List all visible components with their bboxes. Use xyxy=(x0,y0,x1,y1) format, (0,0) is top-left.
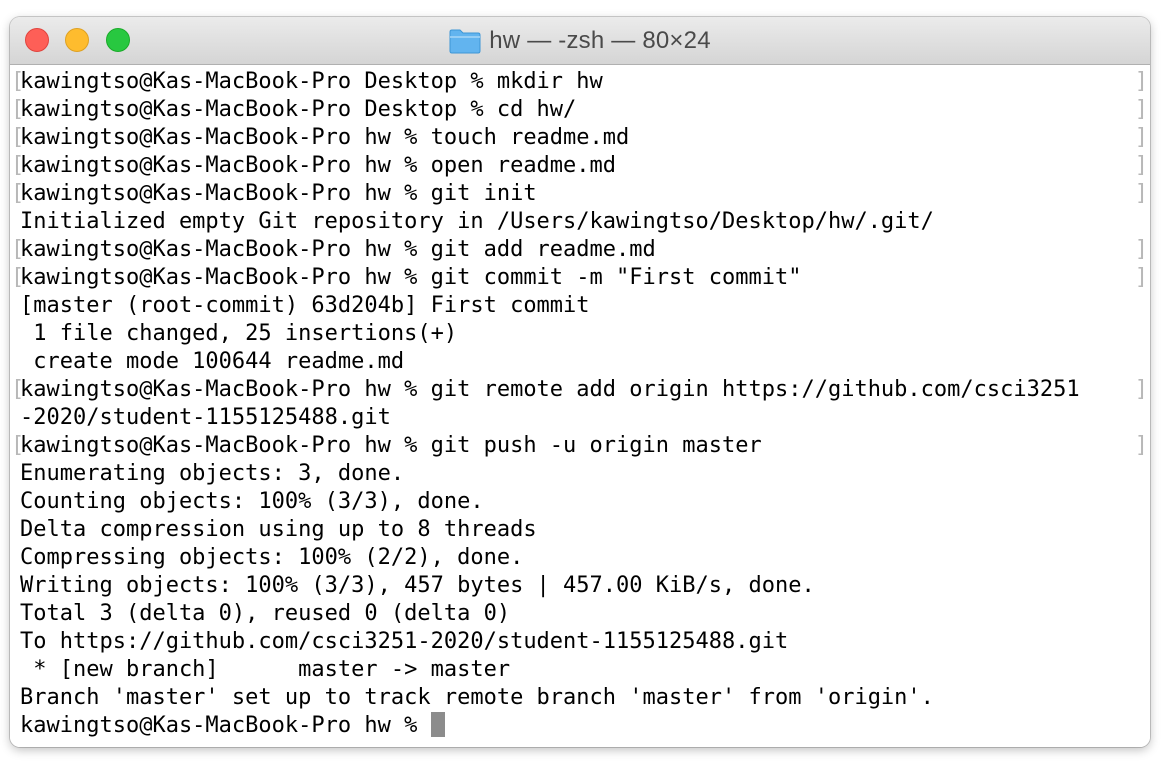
prompt-line[interactable]: kawingtso@Kas-MacBook-Pro hw % xyxy=(10,712,1150,740)
terminal-line-text: kawingtso@Kas-MacBook-Pro hw % git commi… xyxy=(20,265,802,290)
terminal-line: Compressing objects: 100% (2/2), done. xyxy=(10,544,1150,572)
command-mark-right: ] xyxy=(1134,181,1148,206)
terminal-line-text: Initialized empty Git repository in /Use… xyxy=(20,209,934,234)
terminal-line-text: Writing objects: 100% (3/3), 457 bytes |… xyxy=(20,573,815,598)
terminal-line: Counting objects: 100% (3/3), done. xyxy=(10,488,1150,516)
terminal-line: Branch 'master' set up to track remote b… xyxy=(10,684,1150,712)
terminal-line: [] kawingtso@Kas-MacBook-Pro hw % git pus… xyxy=(10,432,1150,460)
command-mark-right: ] xyxy=(1134,377,1148,402)
command-mark-left: [ xyxy=(11,377,25,402)
terminal-line-text: kawingtso@Kas-MacBook-Pro hw % open read… xyxy=(20,153,617,178)
terminal-line: Initialized empty Git repository in /Use… xyxy=(10,208,1150,236)
command-mark-left: [ xyxy=(11,265,25,290)
terminal-line-text: Total 3 (delta 0), reused 0 (delta 0) xyxy=(20,601,511,626)
terminal-line: [] kawingtso@Kas-MacBook-Pro Desktop % mk… xyxy=(10,68,1150,96)
terminal-line-text: -2020/student-1155125488.git xyxy=(20,405,391,430)
command-mark-right: ] xyxy=(1134,433,1148,458)
terminal-line-text: kawingtso@Kas-MacBook-Pro hw % git init xyxy=(20,181,537,206)
terminal-line-text: [master (root-commit) 63d204b] First com… xyxy=(20,293,590,318)
command-mark-right: ] xyxy=(1134,69,1148,94)
terminal-line-text: 1 file changed, 25 insertions(+) xyxy=(20,321,458,346)
terminal-line: Enumerating objects: 3, done. xyxy=(10,460,1150,488)
terminal-line-text: kawingtso@Kas-MacBook-Pro hw % git add r… xyxy=(20,237,656,262)
terminal-line: To https://github.com/csci3251-2020/stud… xyxy=(10,628,1150,656)
terminal-line-text: Compressing objects: 100% (2/2), done. xyxy=(20,545,524,570)
terminal-line: -2020/student-1155125488.git xyxy=(10,404,1150,432)
terminal-line: [] kawingtso@Kas-MacBook-Pro hw % git ini… xyxy=(10,180,1150,208)
terminal-content[interactable]: [] kawingtso@Kas-MacBook-Pro Desktop % mk… xyxy=(10,65,1150,747)
command-mark-left: [ xyxy=(11,433,25,458)
command-mark-left: [ xyxy=(11,97,25,122)
command-mark-left: [ xyxy=(11,125,25,150)
terminal-line-text: kawingtso@Kas-MacBook-Pro hw % git push … xyxy=(20,433,762,458)
terminal-line: [] kawingtso@Kas-MacBook-Pro hw % git add… xyxy=(10,236,1150,264)
command-mark-right: ] xyxy=(1134,265,1148,290)
command-mark-right: ] xyxy=(1134,97,1148,122)
terminal-output: [] kawingtso@Kas-MacBook-Pro Desktop % mk… xyxy=(10,68,1150,740)
terminal-line: * [new branch] master -> master xyxy=(10,656,1150,684)
terminal-line: [] kawingtso@Kas-MacBook-Pro hw % git rem… xyxy=(10,376,1150,404)
folder-icon xyxy=(449,28,481,54)
terminal-line: 1 file changed, 25 insertions(+) xyxy=(10,320,1150,348)
terminal-line: [] kawingtso@Kas-MacBook-Pro Desktop % cd… xyxy=(10,96,1150,124)
command-mark-right: ] xyxy=(1134,125,1148,150)
command-mark-left: [ xyxy=(11,153,25,178)
command-mark-left: [ xyxy=(11,237,25,262)
window-title-group: hw — -zsh — 80×24 xyxy=(10,17,1150,65)
terminal-line-text: Branch 'master' set up to track remote b… xyxy=(20,685,934,710)
text-cursor xyxy=(430,712,445,737)
command-mark-left: [ xyxy=(11,181,25,206)
prompt-text: kawingtso@Kas-MacBook-Pro hw % xyxy=(20,713,431,738)
terminal-line-text: kawingtso@Kas-MacBook-Pro Desktop % mkdi… xyxy=(20,69,603,94)
window-title: hw — -zsh — 80×24 xyxy=(489,27,711,54)
terminal-line-text: kawingtso@Kas-MacBook-Pro hw % git remot… xyxy=(20,377,1080,402)
terminal-line-text: * [new branch] master -> master xyxy=(20,657,511,682)
terminal-line: Delta compression using up to 8 threads xyxy=(10,516,1150,544)
terminal-window: hw — -zsh — 80×24 [] kawingtso@Kas-MacBoo… xyxy=(10,17,1150,747)
terminal-line: Writing objects: 100% (3/3), 457 bytes |… xyxy=(10,572,1150,600)
terminal-line: [] kawingtso@Kas-MacBook-Pro hw % open re… xyxy=(10,152,1150,180)
command-mark-right: ] xyxy=(1134,237,1148,262)
title-bar[interactable]: hw — -zsh — 80×24 xyxy=(10,17,1150,65)
terminal-line: [] kawingtso@Kas-MacBook-Pro hw % touch r… xyxy=(10,124,1150,152)
terminal-line: create mode 100644 readme.md xyxy=(10,348,1150,376)
command-mark-left: [ xyxy=(11,69,25,94)
terminal-line-text: kawingtso@Kas-MacBook-Pro Desktop % cd h… xyxy=(20,97,577,122)
terminal-line-text: kawingtso@Kas-MacBook-Pro hw % touch rea… xyxy=(20,125,630,150)
terminal-line: Total 3 (delta 0), reused 0 (delta 0) xyxy=(10,600,1150,628)
command-mark-right: ] xyxy=(1134,153,1148,178)
terminal-line-text: To https://github.com/csci3251-2020/stud… xyxy=(20,629,789,654)
terminal-line: [] kawingtso@Kas-MacBook-Pro hw % git com… xyxy=(10,264,1150,292)
terminal-line-text: Counting objects: 100% (3/3), done. xyxy=(20,489,484,514)
terminal-line-text: Enumerating objects: 3, done. xyxy=(20,461,405,486)
terminal-line: [master (root-commit) 63d204b] First com… xyxy=(10,292,1150,320)
terminal-line-text: create mode 100644 readme.md xyxy=(20,349,405,374)
terminal-line-text: Delta compression using up to 8 threads xyxy=(20,517,537,542)
